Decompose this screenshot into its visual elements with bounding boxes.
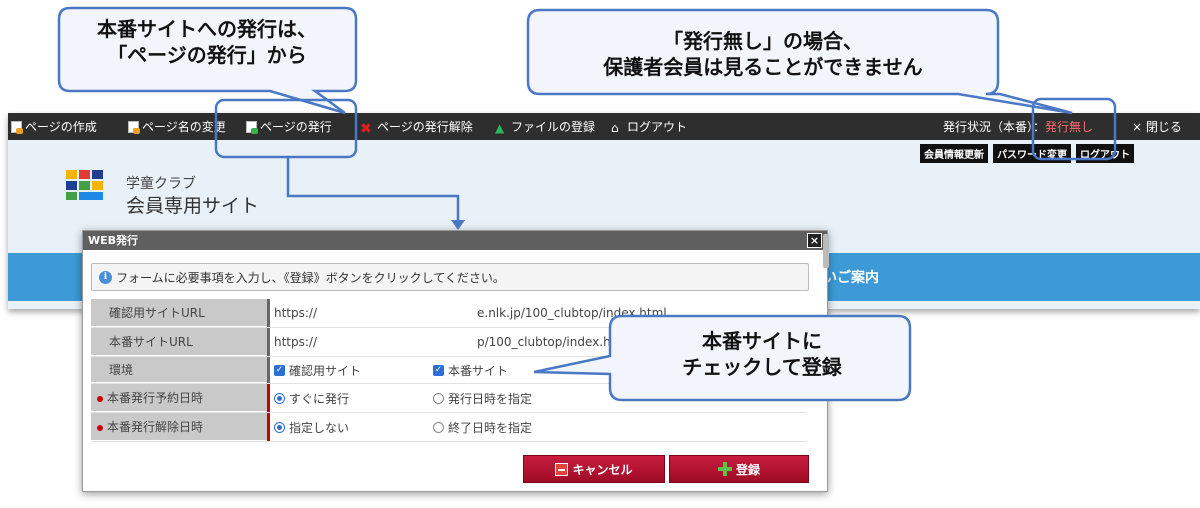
toolbar-rename-page[interactable]: ページ名の変更 bbox=[128, 113, 226, 140]
page-rename-icon bbox=[128, 120, 140, 134]
no-end-radio[interactable]: 指定しない bbox=[274, 419, 349, 436]
callout-status-text: 「発行無し」の場合、 保護者会員は見ることができません bbox=[532, 30, 994, 81]
form-row: 確認用サイトURL https:// e.nlk.jp/100_clubtop/… bbox=[91, 299, 807, 328]
form-row: 本番発行解除日時 指定しない 終了日時を指定 bbox=[91, 413, 807, 442]
confirm-url-scheme: https:// bbox=[274, 306, 318, 320]
radio-empty-icon bbox=[433, 421, 444, 433]
callout-register-line1: 本番サイトに bbox=[702, 331, 822, 353]
env-prod-checkbox[interactable]: ✓ 本番サイト bbox=[433, 362, 508, 379]
member-subnav: 会員情報更新 パスワード変更 ログアウト bbox=[920, 144, 1134, 163]
env-prod-label: 本番サイト bbox=[448, 363, 509, 378]
prod-url-path: p/100_clubtop/index.html bbox=[477, 335, 631, 349]
confirm-url-path: e.nlk.jp/100_clubtop/index.html bbox=[477, 306, 667, 320]
callout-status-line2: 保護者会員は見ることができません bbox=[603, 56, 923, 79]
site-title: 会員専用サイト bbox=[126, 195, 260, 217]
scrollbar[interactable] bbox=[823, 234, 829, 268]
publish-date-radio[interactable]: 発行日時を指定 bbox=[433, 390, 532, 407]
band-text: いご案内 bbox=[823, 270, 879, 286]
toolbar-unpublish-page-label: ページの発行解除 bbox=[377, 120, 473, 134]
toolbar-upload-file-label: ファイルの登録 bbox=[511, 120, 596, 134]
info-icon: i bbox=[99, 270, 112, 284]
prod-url-scheme: https:// bbox=[274, 335, 318, 349]
notice-text: フォームに必要事項を入力し、《登録》ボタンをクリックしてください。 bbox=[116, 270, 505, 285]
radio-selected-icon bbox=[274, 421, 285, 433]
publish-status-value: 発行無し bbox=[1045, 120, 1094, 134]
toolbar-logout-label: ログアウト bbox=[627, 120, 688, 134]
schedule-value: すぐに発行 発行日時を指定 bbox=[267, 384, 807, 412]
env-label: 環境 bbox=[91, 357, 267, 383]
end-date-radio[interactable]: 終了日時を指定 bbox=[433, 419, 532, 436]
club-logo bbox=[66, 170, 104, 200]
toolbar-publish-page-label: ページの発行 bbox=[260, 120, 332, 134]
toolbar-upload-file[interactable]: ▲ ファイルの登録 bbox=[495, 113, 595, 140]
publish-status: 発行状況（本番）： 発行無し bbox=[943, 113, 1093, 140]
callout-status-line1: 「発行無し」の場合、 bbox=[663, 31, 863, 53]
cancel-button[interactable]: キャンセル bbox=[523, 455, 665, 483]
unpublish-x-icon: ✖ bbox=[360, 120, 372, 137]
env-confirm-label: 確認用サイト bbox=[289, 363, 362, 378]
no-end-label: 指定しない bbox=[289, 420, 350, 435]
info-notice: i フォームに必要事項を入力し、《登録》ボタンをクリックしてください。 bbox=[91, 263, 809, 291]
upload-arrow-icon: ▲ bbox=[495, 120, 505, 135]
checkbox-checked-icon: ✓ bbox=[433, 364, 444, 376]
toolbar-publish-page[interactable]: ページの発行 bbox=[246, 113, 332, 140]
schedule-label: 本番発行予約日時 bbox=[91, 384, 267, 412]
page-publish-icon bbox=[246, 120, 258, 134]
register-label: 登録 bbox=[735, 462, 760, 477]
admin-toolbar: ページの作成 ページ名の変更 ページの発行 ✖ ページの発行解除 ▲ ファイルの… bbox=[8, 113, 1200, 140]
toolbar-rename-page-label: ページ名の変更 bbox=[142, 120, 226, 134]
radio-empty-icon bbox=[433, 392, 444, 404]
unpublish-value: 指定しない 終了日時を指定 bbox=[267, 413, 807, 441]
dialog-title: WEB発行 bbox=[88, 234, 139, 247]
page-add-icon bbox=[11, 120, 23, 134]
form-row: 本番発行予約日時 すぐに発行 発行日時を指定 bbox=[91, 384, 807, 413]
env-confirm-checkbox[interactable]: ✓ 確認用サイト bbox=[274, 362, 361, 379]
confirm-url-label: 確認用サイトURL bbox=[91, 299, 267, 327]
cancel-label: キャンセル bbox=[572, 462, 633, 477]
register-button[interactable]: 登録 bbox=[669, 455, 809, 483]
unpublish-label: 本番発行解除日時 bbox=[91, 413, 267, 441]
publish-date-label: 発行日時を指定 bbox=[448, 391, 533, 406]
callout-publish-line2: 「ページの発行」から bbox=[107, 44, 307, 67]
home-icon: ⌂ bbox=[611, 120, 619, 135]
toolbar-create-page[interactable]: ページの作成 bbox=[11, 113, 97, 140]
plus-icon bbox=[717, 462, 732, 476]
prod-url-label: 本番サイトURL bbox=[91, 328, 267, 356]
dialog-close-button[interactable]: × bbox=[807, 233, 822, 248]
minus-icon bbox=[555, 462, 569, 476]
publish-now-label: すぐに発行 bbox=[289, 391, 350, 406]
publish-now-radio[interactable]: すぐに発行 bbox=[274, 390, 349, 407]
callout-register-line2: チェックして登録 bbox=[682, 356, 842, 379]
confirm-url-value: https:// e.nlk.jp/100_clubtop/index.html bbox=[267, 299, 807, 327]
member-update-button[interactable]: 会員情報更新 bbox=[920, 144, 988, 163]
toolbar-create-page-label: ページの作成 bbox=[25, 120, 97, 134]
toolbar-logout[interactable]: ⌂ ログアウト bbox=[611, 113, 687, 140]
radio-selected-icon bbox=[274, 392, 285, 404]
end-date-label: 終了日時を指定 bbox=[448, 420, 533, 435]
site-subtitle: 学童クラブ bbox=[126, 176, 196, 192]
callout-publish-line1: 本番サイトへの発行は、 bbox=[97, 19, 317, 41]
publish-status-label: 発行状況（本番）： bbox=[943, 120, 1046, 134]
member-logout-button[interactable]: ログアウト bbox=[1076, 144, 1134, 163]
callout-register-text: 本番サイトに チェックして登録 bbox=[612, 330, 912, 381]
close-button[interactable]: × 閉じる bbox=[1132, 113, 1182, 140]
toolbar-unpublish-page[interactable]: ✖ ページの発行解除 bbox=[360, 113, 473, 140]
checkbox-checked-icon: ✓ bbox=[274, 364, 285, 376]
password-change-button[interactable]: パスワード変更 bbox=[993, 144, 1071, 163]
dialog-header: WEB発行 × bbox=[83, 231, 827, 250]
callout-publish-text: 本番サイトへの発行は、 「ページの発行」から bbox=[62, 18, 352, 69]
